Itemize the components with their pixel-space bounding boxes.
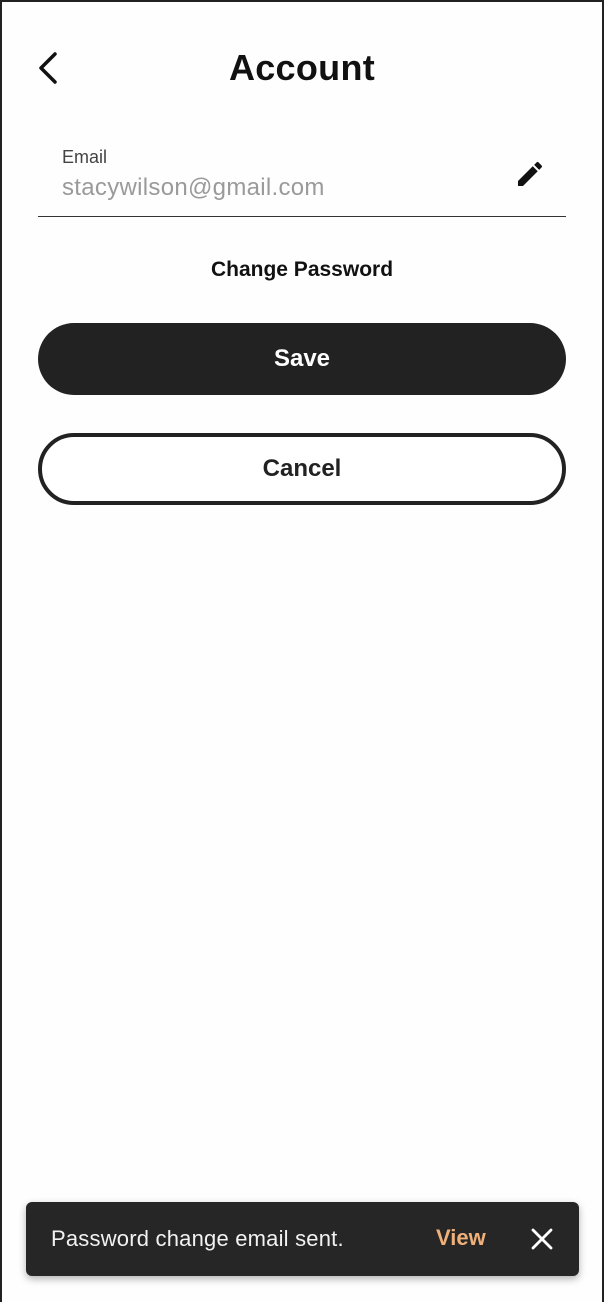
email-label: Email [62,147,108,167]
snackbar: Password change email sent. View [26,1202,579,1276]
header: Account [2,26,602,110]
snackbar-message: Password change email sent. [51,1226,344,1251]
cancel-button[interactable]: Cancel [38,433,566,505]
email-field[interactable]: Email stacywilson@gmail.com [38,142,566,217]
close-icon [531,1228,553,1250]
edit-email-button[interactable] [512,156,548,192]
snackbar-view-button[interactable]: View [436,1225,486,1251]
snackbar-close-button[interactable] [526,1223,558,1255]
pencil-icon [518,161,543,186]
save-button[interactable]: Save [38,323,566,395]
email-value[interactable]: stacywilson@gmail.com [62,174,325,202]
account-screen: Account Email stacywilson@gmail.com Chan… [0,0,604,1302]
page-title: Account [228,47,376,88]
change-password-link[interactable]: Change Password [2,258,602,282]
